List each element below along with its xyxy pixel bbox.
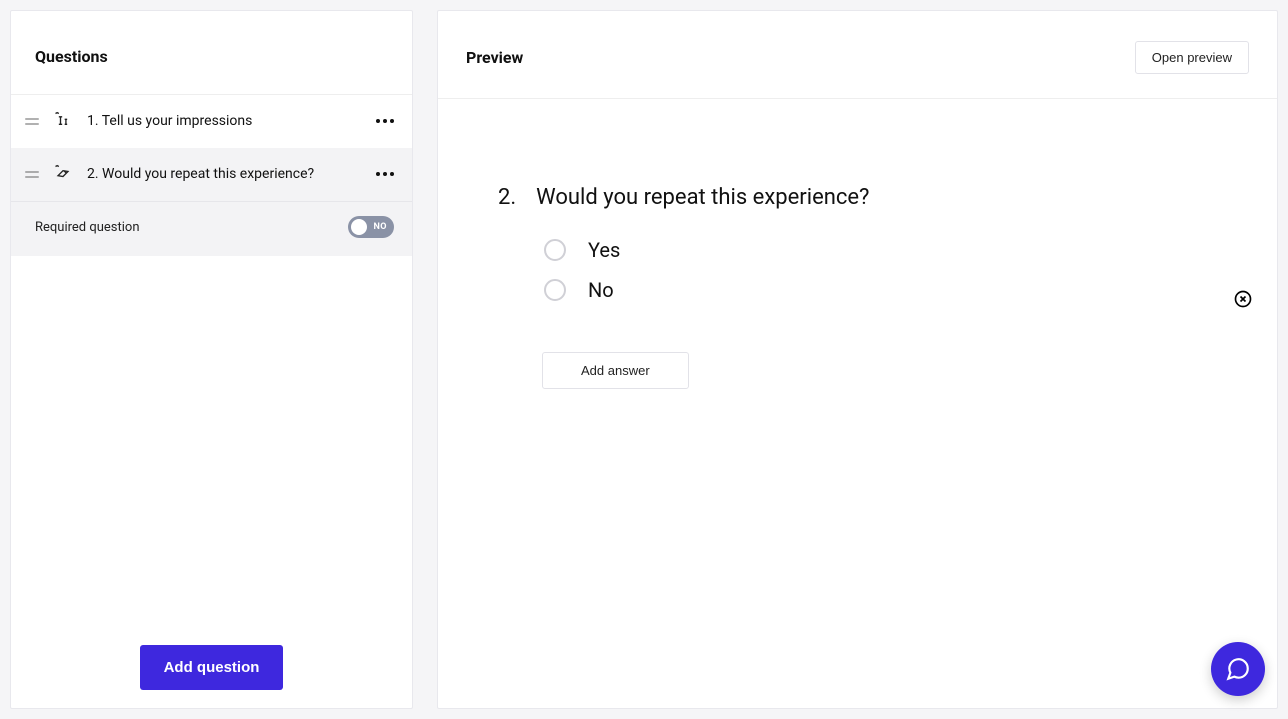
preview-panel: Preview Open preview 2. Would you repeat… <box>437 10 1278 709</box>
answer-row-no: No <box>544 278 1217 302</box>
questions-title: Questions <box>35 47 388 66</box>
chat-fab-button[interactable] <box>1211 642 1265 696</box>
question-row: 2. Would you repeat this experience? <box>498 185 1217 210</box>
answer-text[interactable]: No <box>588 278 614 302</box>
preview-body: 2. Would you repeat this experience? Yes… <box>438 99 1277 389</box>
open-preview-button[interactable]: Open preview <box>1135 41 1249 74</box>
drag-handle-icon[interactable] <box>25 116 39 126</box>
choice-question-icon <box>51 162 75 186</box>
required-question-label: Required question <box>35 220 140 235</box>
question-text: Would you repeat this experience? <box>536 185 869 210</box>
preview-header: Preview Open preview <box>438 11 1277 99</box>
toggle-knob <box>351 219 367 235</box>
question-item-2[interactable]: 2. Would you repeat this experience? <box>11 148 412 201</box>
answer-text[interactable]: Yes <box>588 238 620 262</box>
question-number: 2. <box>498 185 516 210</box>
answers-list: Yes No <box>498 238 1217 302</box>
question-item-1[interactable]: 1. Tell us your impressions <box>11 95 412 148</box>
more-menu-icon[interactable] <box>376 172 394 176</box>
required-question-row: Required question NO <box>11 201 412 256</box>
add-question-button[interactable]: Add question <box>140 645 284 690</box>
answer-row-yes: Yes <box>544 238 1217 262</box>
text-question-icon <box>51 109 75 133</box>
question-label: 2. Would you repeat this experience? <box>87 166 364 182</box>
questions-header: Questions <box>11 11 412 95</box>
add-answer-button[interactable]: Add answer <box>542 352 689 389</box>
radio-icon[interactable] <box>544 279 566 301</box>
add-question-wrap: Add question <box>11 645 412 690</box>
question-list: 1. Tell us your impressions 2. Would you… <box>11 95 412 256</box>
preview-title: Preview <box>466 48 523 67</box>
more-menu-icon[interactable] <box>376 119 394 123</box>
toggle-text: NO <box>373 222 387 232</box>
drag-handle-icon[interactable] <box>25 169 39 179</box>
questions-panel: Questions 1. Tell us your impressions <box>10 10 413 709</box>
delete-answer-icon[interactable] <box>1233 289 1253 309</box>
radio-icon[interactable] <box>544 239 566 261</box>
required-toggle[interactable]: NO <box>348 216 394 238</box>
question-label: 1. Tell us your impressions <box>87 113 364 129</box>
